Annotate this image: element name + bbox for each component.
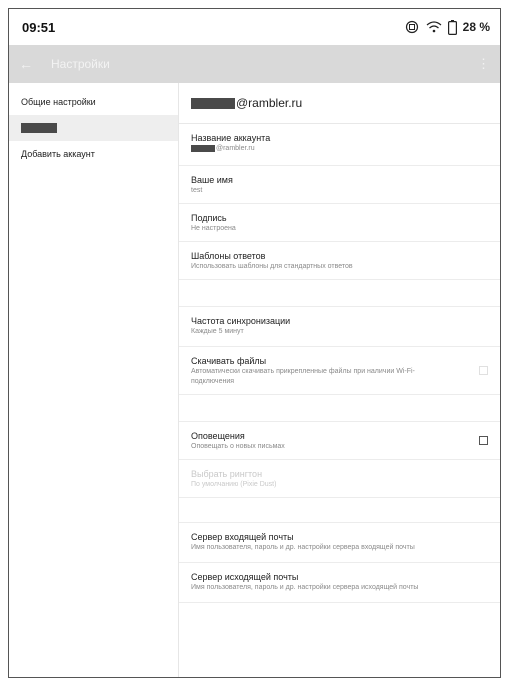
battery-level: 28 %	[462, 20, 490, 34]
setting-title: Выбрать рингтон	[191, 469, 263, 479]
sidebar-item-general[interactable]: Общие настройки	[9, 89, 178, 115]
setting-subtitle: Имя пользователя, пароль и др. настройки…	[191, 584, 419, 591]
clock: 09:51	[22, 19, 56, 35]
setting-subtitle: Имя пользователя, пароль и др. настройки…	[191, 544, 415, 551]
setting-subtitle: Автоматически скачивать прикрепленные фа…	[191, 368, 415, 385]
setting-subtitle: По умолчанию (Pixie Dust)	[191, 481, 277, 488]
setting-title: Ваше имя	[191, 175, 233, 185]
device-screen: 09:51 28 % ← Настройки ⋮ Общие настройки…	[8, 8, 501, 678]
setting-title: Оповещения	[191, 431, 245, 441]
section-divider	[179, 498, 500, 523]
setting-title: Скачивать файлы	[191, 356, 267, 366]
setting-title: Подпись	[191, 213, 227, 223]
sidebar-item-label: Добавить аккаунт	[21, 149, 95, 159]
rotation-icon	[404, 20, 420, 34]
page-title: Настройки	[51, 57, 110, 71]
setting-sync-frequency[interactable]: Частота синхронизации Каждые 5 минут	[179, 307, 500, 347]
notifications-checkbox[interactable]	[479, 435, 488, 445]
setting-incoming-server[interactable]: Сервер входящей почты Имя пользователя, …	[179, 523, 500, 563]
redacted-email-user	[191, 97, 235, 109]
setting-notifications[interactable]: Оповещения Оповещать о новых письмах	[179, 422, 500, 460]
app-bar: ← Настройки ⋮	[9, 45, 500, 83]
download-files-checkbox[interactable]	[479, 365, 488, 375]
redacted-account-name	[21, 123, 57, 133]
setting-ringtone: Выбрать рингтон По умолчанию (Pixie Dust…	[179, 460, 500, 498]
setting-subtitle: Каждые 5 минут	[191, 328, 244, 335]
section-divider	[179, 395, 500, 422]
setting-your-name[interactable]: Ваше имя test	[179, 166, 500, 204]
setting-outgoing-server[interactable]: Сервер исходящей почты Имя пользователя,…	[179, 563, 500, 603]
setting-title: Шаблоны ответов	[191, 251, 266, 261]
section-divider	[179, 280, 500, 307]
sidebar-item-label: Общие настройки	[21, 97, 96, 107]
setting-reply-templates[interactable]: Шаблоны ответов Использовать шаблоны для…	[179, 242, 500, 280]
redacted-email-user	[191, 144, 215, 152]
sidebar-item-account[interactable]	[9, 115, 178, 141]
account-settings-pane: @rambler.ru Название аккаунта @rambler.r…	[179, 83, 500, 677]
setting-signature[interactable]: Подпись Не настроена	[179, 204, 500, 242]
setting-subtitle: Не настроена	[191, 225, 236, 232]
setting-title: Название аккаунта	[191, 133, 271, 143]
settings-sidebar: Общие настройки Добавить аккаунт	[9, 83, 179, 677]
email-domain: @rambler.ru	[236, 96, 303, 110]
setting-account-name[interactable]: Название аккаунта @rambler.ru	[179, 124, 500, 166]
setting-subtitle: Использовать шаблоны для стандартных отв…	[191, 263, 353, 270]
status-bar: 09:51 28 %	[9, 9, 500, 45]
setting-subtitle: Оповещать о новых письмах	[191, 443, 285, 450]
setting-subtitle: @rambler.ru	[191, 144, 488, 154]
setting-title: Сервер исходящей почты	[191, 572, 299, 582]
sidebar-item-add-account[interactable]: Добавить аккаунт	[9, 141, 178, 167]
setting-download-files[interactable]: Скачивать файлы Автоматически скачивать …	[179, 347, 500, 395]
setting-title: Частота синхронизации	[191, 316, 291, 326]
wifi-icon	[426, 20, 442, 34]
back-arrow-icon[interactable]: ←	[19, 56, 33, 72]
account-email-header: @rambler.ru	[179, 83, 500, 124]
more-options-icon[interactable]: ⋮	[477, 56, 490, 72]
setting-title: Сервер входящей почты	[191, 532, 294, 542]
battery-icon	[447, 19, 457, 35]
status-icons: 28 %	[404, 19, 490, 35]
setting-subtitle: test	[191, 187, 203, 194]
